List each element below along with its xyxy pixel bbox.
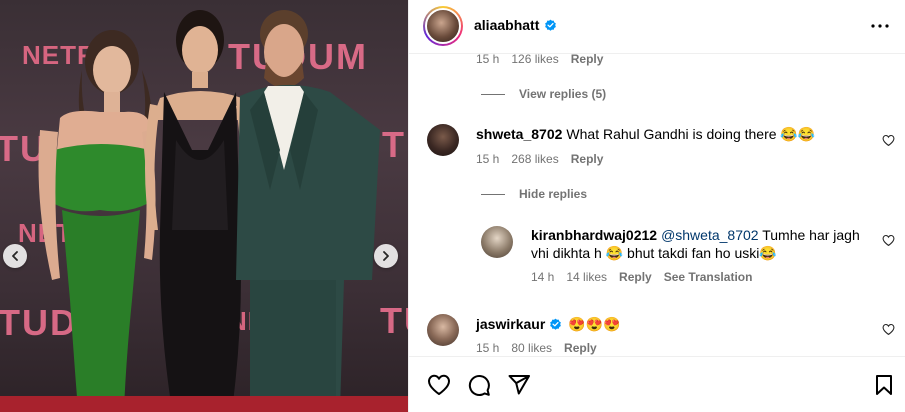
author-avatar[interactable] (423, 6, 463, 46)
chevron-right-icon (383, 251, 389, 261)
red-carpet (0, 396, 408, 412)
comment-icon[interactable] (467, 373, 491, 397)
comment-likes[interactable]: 80 likes (511, 341, 552, 355)
reply-button[interactable]: Reply (619, 270, 652, 284)
comment-username[interactable]: shweta_8702 (476, 126, 562, 142)
bookmark-icon[interactable] (872, 373, 896, 397)
reply-button[interactable]: Reply (571, 54, 604, 66)
comment-likes[interactable]: 268 likes (511, 152, 558, 166)
share-icon[interactable] (507, 373, 531, 397)
comment-meta: 15 h 268 likes Reply (476, 152, 603, 166)
comment-likes[interactable]: 126 likes (511, 54, 558, 66)
comment-like-heart-icon[interactable] (882, 323, 895, 336)
comments-list[interactable]: 15 h 126 likes Reply View replies (5) sh… (409, 54, 905, 356)
post-side-panel: aliaabhatt 15 h 126 likes Reply View rep… (408, 0, 905, 412)
comment-body: jaswirkaur 😍😍😍 (476, 315, 866, 333)
reply-username[interactable]: kiranbhardwaj0212 (531, 227, 657, 243)
reply-body: kiranbhardwaj0212 @shweta_8702 Tumhe har … (531, 226, 861, 262)
reply-avatar[interactable] (481, 226, 513, 258)
post-actions-bar (409, 356, 905, 412)
comment-meta: 15 h 80 likes Reply (476, 341, 597, 355)
comment-text: What Rahul Gandhi is doing there 😂😂 (566, 126, 816, 142)
author-username[interactable]: aliaabhatt (474, 17, 557, 33)
reply-meta: 14 h 14 likes Reply See Translation (531, 270, 752, 284)
reply-button[interactable]: Reply (564, 341, 597, 355)
comment-meta-prev: 15 h 126 likes Reply (476, 54, 603, 66)
comment-time: 15 h (476, 341, 500, 355)
reply-text-line2: vhi dikhta h 😂 bhut takdi fan ho uski😂 (531, 245, 777, 261)
heart-icon[interactable] (427, 373, 451, 397)
see-translation-button[interactable]: See Translation (664, 270, 753, 284)
verified-badge-icon (550, 318, 562, 330)
comment-body: shweta_8702 What Rahul Gandhi is doing th… (476, 125, 866, 143)
comment-like-heart-icon[interactable] (882, 134, 895, 147)
reply-text-line1: Tumhe har jagh (762, 227, 860, 243)
more-options-icon[interactable] (870, 16, 890, 36)
comment-text: 😍😍😍 (568, 316, 621, 332)
hide-replies-label[interactable]: Hide replies (519, 187, 587, 201)
verified-badge-icon (545, 19, 557, 31)
commenter-avatar[interactable] (427, 314, 459, 346)
reply-likes[interactable]: 14 likes (566, 270, 607, 284)
post-photo: NETFLIX TUDUM TU TU NET TUDU NE TU (0, 0, 408, 412)
view-replies-button[interactable]: View replies (5) (481, 87, 606, 101)
view-replies-label[interactable]: View replies (5) (519, 87, 606, 101)
people-illustration (38, 10, 380, 410)
comment-time: 15 h (476, 54, 500, 66)
reply-button[interactable]: Reply (571, 152, 604, 166)
prev-photo-button[interactable] (3, 244, 27, 268)
hide-replies-button[interactable]: Hide replies (481, 187, 587, 201)
next-photo-button[interactable] (374, 244, 398, 268)
chevron-left-icon (12, 251, 18, 261)
reply-mention-link[interactable]: @shweta_8702 (661, 227, 759, 243)
comment-time: 15 h (476, 152, 500, 166)
post-header: aliaabhatt (409, 0, 905, 54)
author-username-text[interactable]: aliaabhatt (474, 17, 539, 33)
commenter-avatar[interactable] (427, 124, 459, 156)
reply-time: 14 h (531, 270, 555, 284)
replies-divider-line (481, 93, 505, 95)
replies-divider-line (481, 193, 505, 195)
reply-like-heart-icon[interactable] (882, 234, 895, 247)
comment-username[interactable]: jaswirkaur (476, 315, 545, 333)
